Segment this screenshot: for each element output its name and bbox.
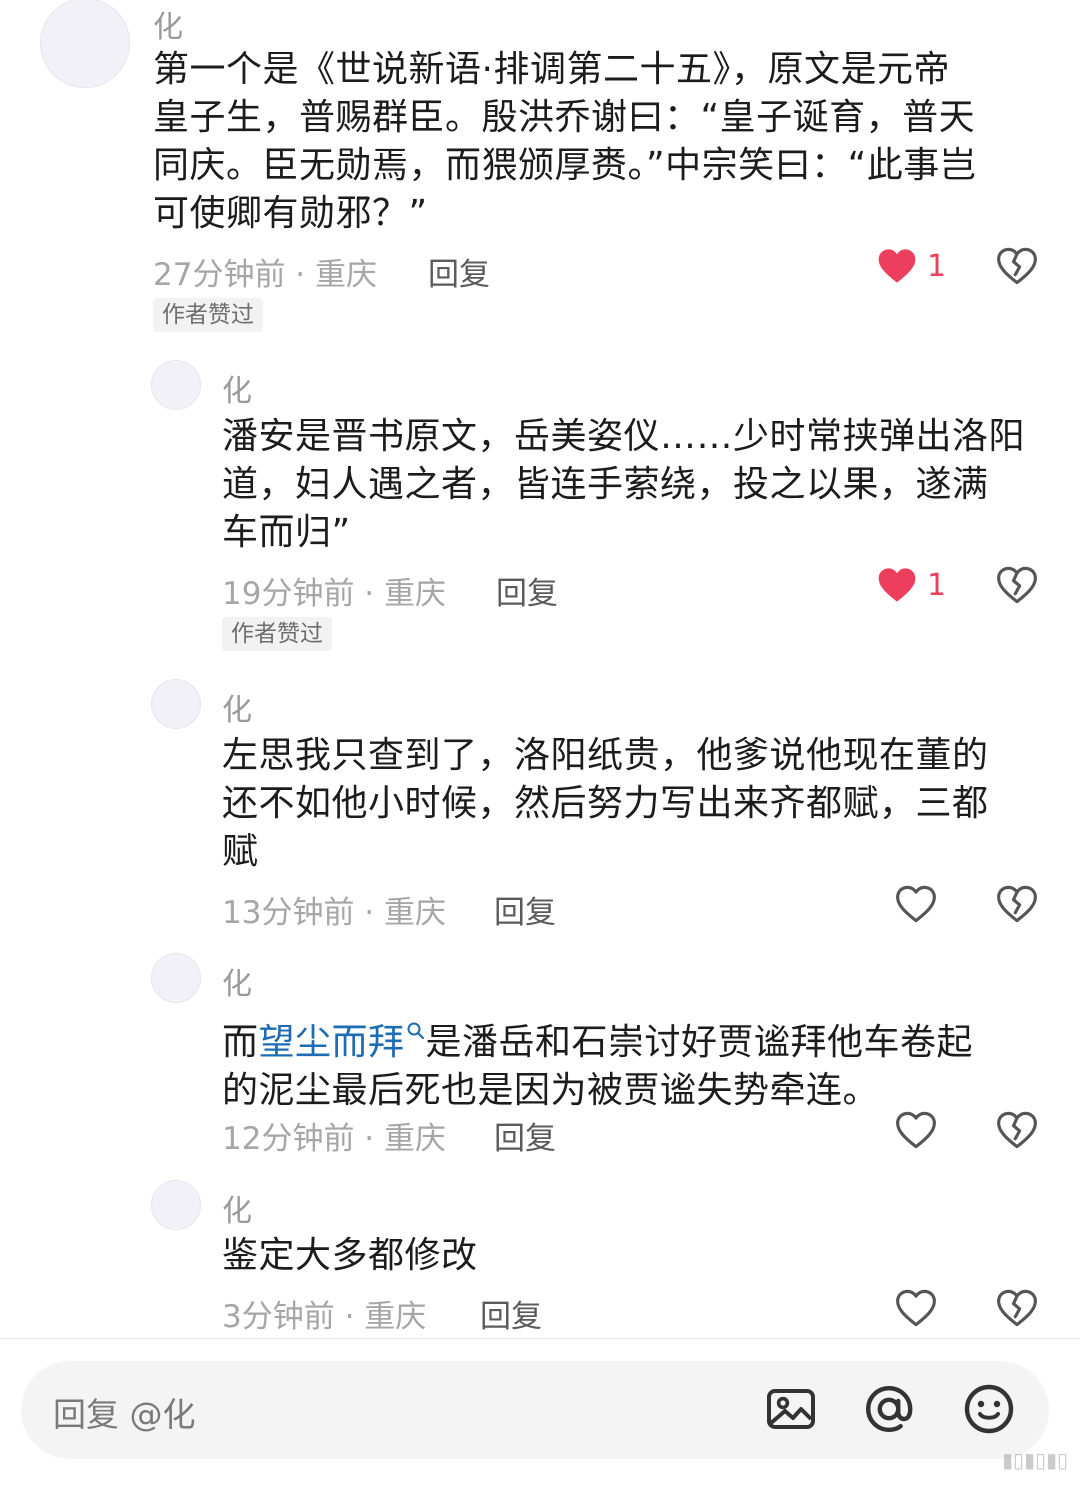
smiley-icon [964,1384,1014,1434]
comment-username[interactable]: 化 [222,685,252,729]
heart-filled-icon [878,568,916,602]
reply-button[interactable]: 回复 [494,887,556,932]
dislike-button[interactable] [996,565,1038,609]
image-button[interactable] [763,1381,819,1441]
avatar[interactable] [40,0,130,88]
comment-meta: 3分钟前 · 重庆 [222,1299,427,1335]
comment-text: 而望尘而拜 是潘岳和石崇讨好贾谧拜他车卷起 的泥尘最后死也是因为被贾谧失势牵连。 [222,1006,1062,1115]
comment-meta: 27分钟前 · 重庆 [153,257,378,293]
comment-text: 第一个是《世说新语·排调第二十五》，原文是元帝 皇子生，普赐群臣。殷洪乔谢曰：“… [153,49,977,234]
search-icon[interactable] [406,1006,426,1054]
like-button[interactable] [895,1110,937,1154]
reply-button[interactable]: 回复 [480,1291,542,1336]
comment-text: 左思我只查到了，洛阳纸贵，他爹说他现在董的 还不如他小时候，然后努力写出来齐都赋… [222,735,989,872]
dislike-button[interactable] [996,1288,1038,1332]
reply-composer-bar: 回复 @化 [0,1338,1080,1488]
like-button[interactable] [895,1288,937,1332]
like-button[interactable]: 1 [877,566,946,604]
dislike-button[interactable] [996,884,1038,928]
like-button[interactable]: 1 [877,247,946,285]
author-liked-badge: 作者赞过 [153,298,263,332]
heart-outline-icon [896,1289,936,1327]
broken-heart-icon [997,566,1037,604]
image-icon [767,1389,815,1429]
broken-heart-icon [997,885,1037,923]
reply-placeholder: 回复 @化 [53,1395,196,1434]
comment-meta: 13分钟前 · 重庆 [222,895,447,931]
keyword-link[interactable]: 望尘而拜 [259,1022,405,1063]
comment-username[interactable]: 化 [222,959,252,1003]
dislike-button[interactable] [996,246,1038,290]
comment-username[interactable]: 化 [222,1186,252,1230]
like-count: 1 [927,248,947,284]
comment-meta: 19分钟前 · 重庆 [222,576,447,612]
heart-filled-icon [878,249,916,283]
avatar[interactable] [151,360,201,410]
avatar[interactable] [151,679,201,729]
heart-outline-icon [896,885,936,923]
mention-button[interactable] [861,1381,917,1441]
broken-heart-icon [997,1111,1037,1149]
reply-button[interactable]: 回复 [494,1113,556,1158]
comment-text: 潘安是晋书原文，岳美姿仪……少时常挟弹出洛阳 道，妇人遇之者，皆连手萦绕，投之以… [222,416,1026,553]
emoji-button[interactable] [961,1381,1017,1441]
comment-meta: 12分钟前 · 重庆 [222,1121,447,1157]
at-icon [865,1385,913,1433]
comment-text: 鉴定大多都修改 [222,1235,478,1276]
avatar[interactable] [151,953,201,1003]
reply-button[interactable]: 回复 [496,568,558,613]
broken-heart-icon [997,247,1037,285]
author-liked-badge: 作者赞过 [222,617,332,651]
reply-input[interactable]: 回复 @化 [21,1361,1049,1459]
broken-heart-icon [997,1289,1037,1327]
heart-outline-icon [896,1111,936,1149]
watermark: ▮▯▮▯▮▯ [1001,1448,1068,1472]
avatar[interactable] [151,1180,201,1230]
like-button[interactable] [895,884,937,928]
comment-username[interactable]: 化 [222,366,252,410]
like-count: 1 [927,567,947,603]
comment-username[interactable]: 化 [153,2,183,46]
dislike-button[interactable] [996,1110,1038,1154]
reply-button[interactable]: 回复 [428,249,490,294]
